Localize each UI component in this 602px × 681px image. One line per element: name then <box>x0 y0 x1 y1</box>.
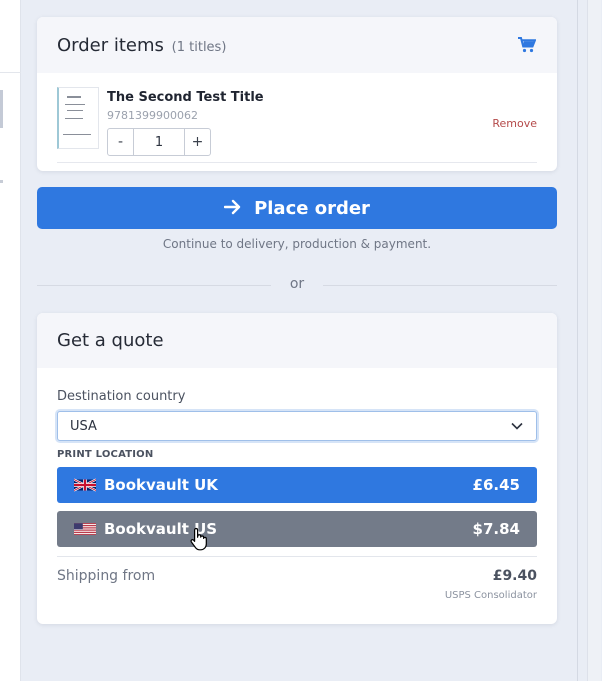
print-location-us-name: Bookvault US <box>104 520 218 538</box>
item-isbn: 9781399900062 <box>107 109 198 122</box>
place-order-label: Place order <box>254 197 370 219</box>
order-item-row: The Second Test Title 9781399900062 - 1 … <box>57 73 537 163</box>
left-panel-accent <box>0 90 3 128</box>
left-sidebar-panel <box>0 0 21 681</box>
quote-header: Get a quote <box>37 313 557 368</box>
order-items-card: Order items (1 titles) The Second Test T… <box>37 17 557 171</box>
scrollbar-track[interactable] <box>587 0 601 681</box>
destination-country-value: USA <box>70 418 97 434</box>
window-edge <box>577 0 602 681</box>
or-divider: or <box>37 275 557 295</box>
shipping-price: £9.40 <box>492 568 537 584</box>
quote-title: Get a quote <box>57 330 164 351</box>
quote-card: Get a quote Destination country USA PRIN… <box>37 313 557 624</box>
book-cover-thumbnail <box>57 87 99 149</box>
chevron-down-icon <box>510 419 524 433</box>
destination-country-label: Destination country <box>57 389 186 404</box>
left-panel-section <box>0 17 21 73</box>
left-panel-mark <box>0 180 3 183</box>
order-items-title: Order items (1 titles) <box>57 35 226 56</box>
shipping-from-label: Shipping from <box>57 568 156 584</box>
quantity-stepper: - 1 + <box>107 128 211 156</box>
order-items-count: (1 titles) <box>171 39 227 55</box>
place-order-note: Continue to delivery, production & payme… <box>162 237 432 251</box>
quantity-decrease-button[interactable]: - <box>108 129 134 155</box>
us-flag-icon <box>74 523 96 535</box>
quantity-increase-button[interactable]: + <box>184 129 210 155</box>
destination-country-select[interactable]: USA <box>57 411 537 441</box>
place-order-button[interactable]: Place order <box>37 187 557 229</box>
item-title[interactable]: The Second Test Title <box>107 90 264 105</box>
order-items-header: Order items (1 titles) <box>37 17 557 73</box>
print-location-uk-button[interactable]: Bookvault UK £6.45 <box>57 467 537 503</box>
uk-flag-icon <box>74 478 96 492</box>
print-location-label: PRINT LOCATION <box>57 449 154 460</box>
divider-line-right <box>323 285 557 286</box>
print-location-us-button[interactable]: Bookvault US $7.84 <box>57 511 537 547</box>
print-location-us-price: $7.84 <box>472 520 520 538</box>
shipping-carrier: USPS Consolidator <box>444 590 537 601</box>
order-items-title-text: Order items <box>57 34 164 56</box>
cart-icon[interactable] <box>517 36 537 54</box>
print-location-uk-name: Bookvault UK <box>104 476 218 494</box>
print-location-uk-price: £6.45 <box>472 476 520 494</box>
arrow-right-icon <box>223 196 242 220</box>
or-text: or <box>289 276 305 292</box>
shipping-divider <box>57 556 537 557</box>
remove-item-link[interactable]: Remove <box>492 117 537 130</box>
quantity-input[interactable]: 1 <box>134 129 184 155</box>
